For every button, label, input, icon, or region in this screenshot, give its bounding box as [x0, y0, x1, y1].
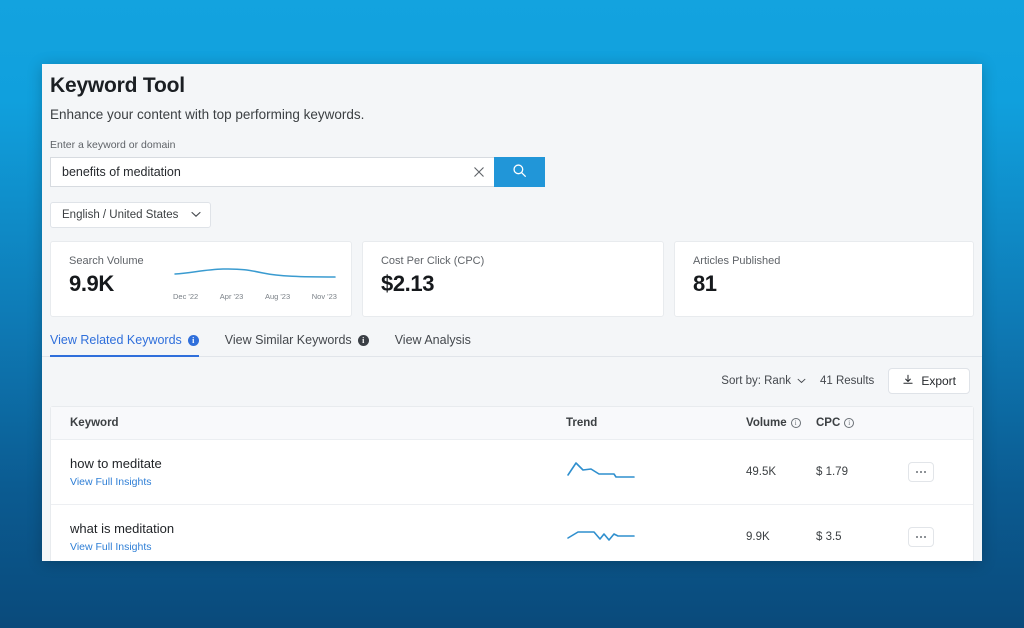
locale-wrap: English / United States: [42, 187, 982, 228]
axis-tick: Aug '23: [264, 292, 291, 301]
table-header-row: Keyword Trend Volume i CPC i: [51, 407, 973, 440]
dot: [920, 471, 922, 473]
axis-tick: Nov '23: [311, 292, 337, 301]
tab-label: View Analysis: [394, 333, 471, 347]
row-trend-sparkline: [566, 523, 636, 552]
tab-view-similar-keywords[interactable]: View Similar Keywords i: [225, 333, 369, 357]
table-cell-cpc: $ 1.79: [816, 466, 848, 478]
card-cost-per-click-label: Cost Per Click (CPC): [380, 255, 485, 267]
table-cell-volume: 49.5K: [746, 466, 777, 478]
tabs: View Related Keywords i View Similar Key…: [42, 317, 982, 357]
sort-by-label: Sort by: Rank: [721, 375, 791, 387]
chevron-down-icon: [191, 209, 201, 221]
info-icon[interactable]: i: [187, 334, 199, 346]
column-header-volume: Volume i: [746, 417, 816, 429]
table-cell-cpc: $ 3.5: [816, 531, 842, 543]
search-field[interactable]: [50, 157, 494, 187]
keyword-title: how to meditate: [70, 456, 162, 471]
table-cell-actions: [896, 462, 973, 482]
results-count: 41 Results: [819, 375, 875, 387]
tab-view-related-keywords[interactable]: View Related Keywords i: [50, 333, 199, 357]
dot: [924, 471, 926, 473]
axis-tick: Apr '23: [219, 292, 244, 301]
table-cell-trend: [566, 458, 746, 487]
chevron-down-icon: [797, 375, 806, 387]
dot: [924, 536, 926, 538]
column-header-cpc: CPC i: [816, 417, 896, 429]
dot: [916, 536, 918, 538]
card-search-volume: Search Volume 9.9K Dec '22 Apr '23 Aug '…: [50, 241, 352, 317]
table-cell-volume: 9.9K: [746, 531, 770, 543]
table-cell-keyword: how to meditate View Full Insights: [51, 456, 566, 488]
export-button-label: Export: [921, 374, 956, 388]
metric-cards-row: Search Volume 9.9K Dec '22 Apr '23 Aug '…: [42, 228, 982, 317]
page-title: Keyword Tool: [50, 74, 185, 97]
locale-select[interactable]: English / United States: [50, 202, 212, 228]
view-full-insights-link[interactable]: View Full Insights: [70, 541, 566, 553]
card-cost-per-click-value: $2.13: [380, 271, 435, 296]
page-subtitle: Enhance your content with top performing…: [50, 107, 365, 122]
table-cell-keyword: what is meditation View Full Insights: [51, 521, 566, 553]
keyword-tool-panel: Keyword Tool Enhance your content with t…: [42, 64, 982, 561]
dot: [916, 471, 918, 473]
tab-view-analysis[interactable]: View Analysis: [395, 333, 471, 357]
ellipsis-icon[interactable]: [908, 527, 934, 547]
table-cell-trend: [566, 523, 746, 552]
column-header-trend: Trend: [566, 417, 598, 429]
table-row[interactable]: how to meditate View Full Insights 49.5K…: [51, 440, 973, 505]
column-header-keyword: Keyword: [70, 417, 119, 429]
row-trend-sparkline: [566, 458, 636, 487]
search-input[interactable]: [62, 165, 472, 179]
card-articles-published-label: Articles Published: [692, 255, 781, 267]
card-articles-published: Articles Published 81: [673, 241, 974, 317]
info-icon[interactable]: i: [844, 418, 855, 428]
export-button[interactable]: Export: [888, 368, 970, 394]
tab-label: View Similar Keywords: [224, 333, 352, 347]
search-icon: [512, 163, 527, 181]
column-header-cpc-label: CPC: [816, 417, 841, 429]
sort-by-dropdown[interactable]: Sort by: Rank: [721, 375, 806, 387]
card-cost-per-click: Cost Per Click (CPC) $2.13: [361, 241, 664, 317]
search-volume-axis: Dec '22 Apr '23 Aug '23 Nov '23: [171, 292, 339, 301]
tab-label: View Related Keywords: [50, 333, 182, 347]
axis-tick: Dec '22: [172, 292, 199, 301]
table-cell-actions: [896, 527, 973, 547]
search-label: Enter a keyword or domain: [50, 139, 176, 151]
keywords-table: Keyword Trend Volume i CPC i how to medi…: [50, 406, 974, 561]
table-toolbar: Sort by: Rank 41 Results Export: [42, 357, 982, 394]
search-submit-button[interactable]: [494, 157, 545, 187]
view-full-insights-link[interactable]: View Full Insights: [70, 476, 566, 488]
search-block: Enter a keyword or domain: [42, 122, 982, 187]
dot: [920, 536, 922, 538]
info-icon[interactable]: i: [357, 334, 369, 346]
locale-select-value: English / United States: [62, 209, 179, 221]
ellipsis-icon[interactable]: [908, 462, 934, 482]
column-header-volume-label: Volume: [746, 417, 787, 429]
info-icon[interactable]: i: [790, 418, 801, 428]
search-volume-sparkline: Dec '22 Apr '23 Aug '23 Nov '23: [171, 260, 339, 301]
close-icon[interactable]: [472, 165, 486, 179]
keyword-title: what is meditation: [70, 521, 175, 536]
search-row: [50, 157, 545, 187]
card-articles-published-value: 81: [692, 271, 717, 296]
table-row[interactable]: what is meditation View Full Insights 9.…: [51, 505, 973, 561]
download-icon: [902, 374, 914, 389]
